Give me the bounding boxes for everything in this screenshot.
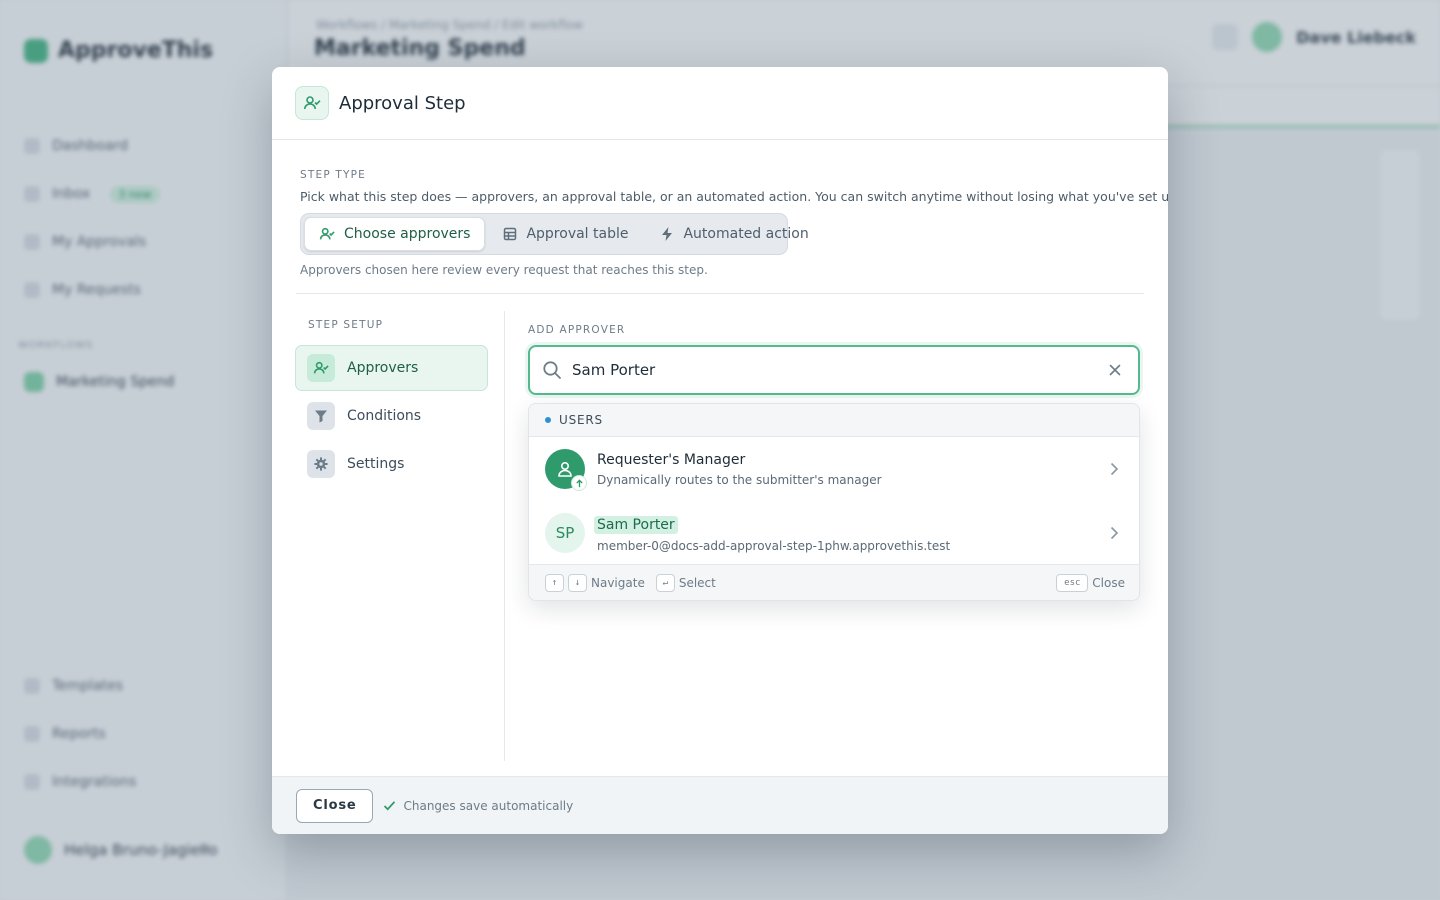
approval-step-modal: Approval Step STEP TYPE Pick what this s…	[272, 67, 1168, 834]
chevron-right-icon	[1110, 462, 1119, 476]
segment-label: Approval table	[526, 226, 629, 242]
autosave-text: Changes save automatically	[403, 798, 574, 813]
user-check-icon	[307, 354, 335, 382]
close-icon	[1109, 364, 1121, 376]
approver-search-box	[528, 345, 1140, 395]
close-button[interactable]: Close	[296, 788, 374, 823]
add-approver-label: ADD APPROVER	[528, 324, 626, 336]
autosave-status: Changes save automatically	[383, 799, 573, 813]
result-name: Requester's Manager	[597, 451, 746, 468]
hint-navigate: Navigate	[591, 575, 645, 590]
step-type-automated-action[interactable]: Automated action	[646, 217, 822, 251]
clear-search-button[interactable]	[1106, 361, 1124, 379]
user-check-icon	[319, 227, 335, 240]
result-requesters-manager[interactable]: Requester's Manager Dynamically routes t…	[529, 437, 1139, 501]
modal-header: Approval Step	[272, 67, 1168, 140]
modal-title: Approval Step	[339, 92, 466, 114]
setup-item-label: Settings	[347, 456, 405, 472]
result-text: Requester's Manager Dynamically routes t…	[597, 452, 882, 487]
result-text: Sam Porter member-0@docs-add-approval-st…	[594, 514, 951, 553]
step-type-approval-table[interactable]: Approval table	[489, 217, 642, 251]
manager-avatar	[545, 449, 587, 491]
add-approver-panel: ADD APPROVER USERS	[528, 311, 1140, 601]
step-setup-nav: STEP SETUP Approvers Conditions Settings	[295, 311, 505, 761]
segment-label: Automated action	[683, 226, 809, 242]
step-type-hint: Approvers chosen here review every reque…	[300, 263, 708, 277]
result-subtitle: member-0@docs-add-approval-step-1phw.app…	[597, 538, 951, 553]
modal-footer: Close Changes save automatically	[272, 776, 1168, 834]
hint-close-group: esc Close	[1056, 573, 1125, 592]
approver-search-input[interactable]	[572, 361, 1092, 379]
kbd-up: ↑	[545, 573, 564, 592]
arrow-up-icon	[571, 475, 587, 491]
setup-item-approvers[interactable]: Approvers	[295, 345, 488, 391]
segment-label: Choose approvers	[344, 226, 471, 242]
hint-select: Select	[678, 575, 716, 590]
result-sam-porter[interactable]: SP Sam Porter member-0@docs-add-approval…	[529, 501, 1139, 565]
setup-item-settings[interactable]: Settings	[295, 441, 488, 487]
step-setup-items: Approvers Conditions Settings	[295, 345, 488, 489]
setup-item-label: Conditions	[347, 408, 422, 424]
keyboard-hints: ↑ ↓ Navigate ↵ Select esc Close	[529, 564, 1139, 600]
user-check-icon	[295, 86, 329, 120]
kbd-esc: esc	[1056, 573, 1089, 592]
step-type-description: Pick what this step does — approvers, an…	[300, 189, 1168, 204]
filter-icon	[307, 402, 335, 430]
kbd-down: ↓	[568, 573, 587, 592]
user-icon	[558, 461, 572, 477]
result-subtitle: Dynamically routes to the submitter's ma…	[597, 472, 882, 487]
avatar: SP	[545, 513, 585, 553]
gear-icon	[307, 450, 335, 478]
divider	[296, 293, 1144, 294]
section-label: USERS	[559, 413, 603, 427]
search-icon	[543, 361, 561, 379]
lightning-icon	[662, 227, 673, 241]
setup-item-label: Approvers	[347, 360, 419, 376]
section-dot	[545, 417, 551, 423]
step-type-choose-approvers[interactable]: Choose approvers	[304, 217, 486, 251]
hint-close: Close	[1092, 575, 1125, 590]
step-type-selector: Choose approvers Approval table Automate…	[300, 213, 809, 255]
step-setup-label: STEP SETUP	[308, 319, 384, 331]
table-icon	[504, 227, 517, 241]
setup-item-conditions[interactable]: Conditions	[295, 393, 488, 439]
results-section-header: USERS	[529, 404, 1139, 437]
result-name: Sam Porter	[594, 515, 678, 534]
approver-search-results: USERS Requester's Manager Dynamically ro…	[528, 403, 1140, 601]
check-icon	[384, 801, 396, 811]
chevron-right-icon	[1110, 526, 1119, 540]
modal-body: STEP TYPE Pick what this step does — app…	[272, 141, 1168, 775]
kbd-enter: ↵	[655, 573, 675, 592]
step-type-label: STEP TYPE	[300, 169, 366, 181]
